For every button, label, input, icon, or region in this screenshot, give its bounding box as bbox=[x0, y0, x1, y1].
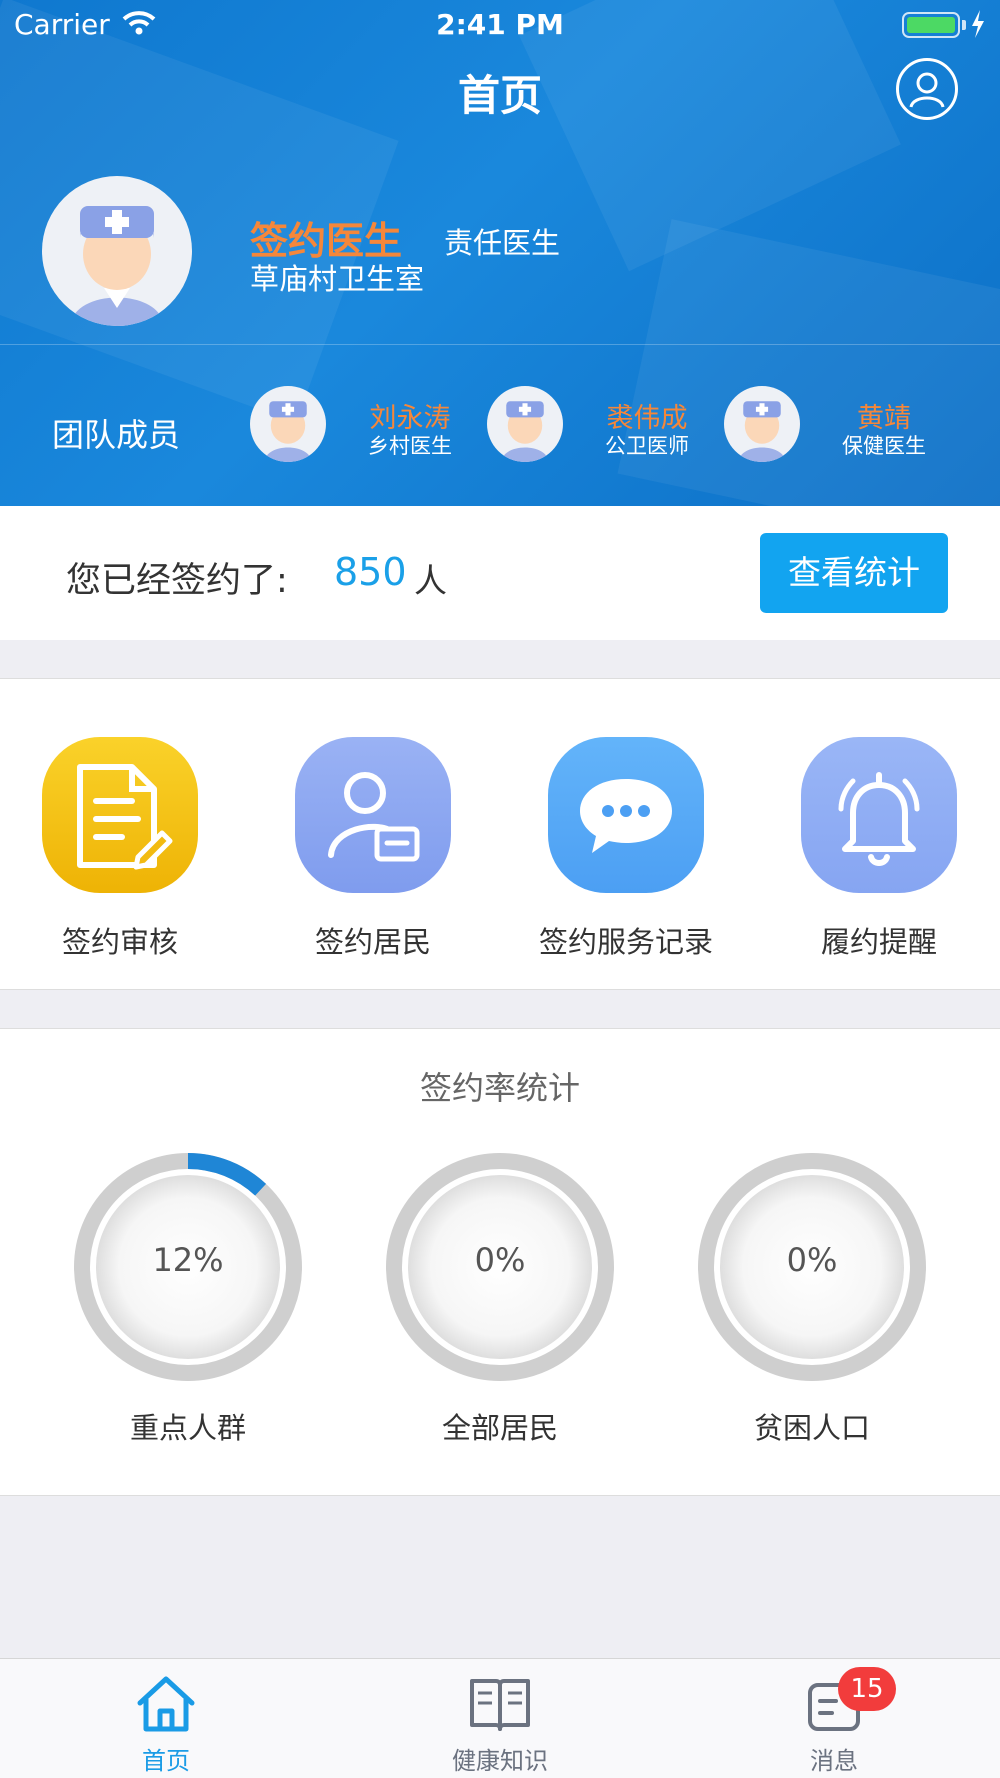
menu-label: 履约提醒 bbox=[820, 925, 937, 959]
bell-icon bbox=[801, 737, 957, 893]
profile-button[interactable] bbox=[896, 58, 958, 120]
doctor-avatar-icon bbox=[501, 401, 549, 462]
gauge-percent: 0% bbox=[786, 1241, 838, 1279]
member-role: 公卫医师 bbox=[605, 434, 689, 458]
signed-unit: 人 bbox=[414, 561, 447, 600]
member-avatar bbox=[487, 386, 563, 462]
member-avatar bbox=[250, 386, 326, 462]
team-label: 团队成员 bbox=[52, 416, 181, 454]
book-icon bbox=[470, 1679, 530, 1731]
gauge-all-residents: 0% 全部居民 bbox=[380, 1147, 620, 1447]
gauge-label: 全部居民 bbox=[441, 1411, 558, 1445]
signed-summary: 您已经签约了: 850 人 查看统计 bbox=[0, 506, 1000, 640]
tab-bar: 首页 健康知识 15 消息 bbox=[0, 1658, 1000, 1778]
tab-health-knowledge[interactable]: 健康知识 bbox=[400, 1673, 600, 1775]
doctor-avatar bbox=[42, 176, 192, 326]
team-member[interactable]: 刘永涛 乡村医生 bbox=[250, 386, 480, 466]
charging-icon bbox=[972, 10, 984, 38]
menu-item-signed-residents[interactable]: 签约居民 bbox=[253, 737, 506, 967]
signed-label: 您已经签约了: bbox=[66, 561, 288, 601]
member-avatar bbox=[724, 386, 800, 462]
menu-item-sign-review[interactable]: 签约审核 bbox=[0, 737, 253, 967]
status-time: 2:41 PM bbox=[436, 8, 564, 41]
member-role: 乡村医生 bbox=[368, 434, 452, 458]
view-statistics-button[interactable]: 查看统计 bbox=[760, 533, 948, 613]
stats-title: 签约率统计 bbox=[419, 1069, 580, 1107]
gauge-percent: 12% bbox=[152, 1241, 224, 1279]
document-edit-icon bbox=[42, 737, 198, 893]
tab-label: 首页 bbox=[142, 1747, 190, 1775]
home-icon bbox=[137, 1676, 195, 1732]
menu-label: 签约居民 bbox=[314, 925, 431, 959]
chat-bubble-icon bbox=[548, 737, 704, 893]
team-member[interactable]: 黄靖 保健医生 bbox=[724, 386, 954, 466]
gauge-label: 贫困人口 bbox=[753, 1411, 870, 1445]
gauge-percent: 0% bbox=[474, 1241, 526, 1279]
doctor-avatar-icon bbox=[264, 401, 312, 462]
menu-label: 签约审核 bbox=[61, 925, 178, 959]
feature-menu: 签约审核 签约居民 签约服务记录 履约提醒 bbox=[0, 678, 1000, 990]
signed-count: 850 bbox=[334, 550, 407, 594]
doctor-avatar-icon bbox=[70, 206, 164, 326]
menu-label: 签约服务记录 bbox=[538, 925, 713, 959]
team-member[interactable]: 裘伟成 公卫医师 bbox=[487, 386, 717, 466]
tab-messages[interactable]: 15 消息 bbox=[734, 1667, 934, 1775]
page-title: 首页 bbox=[457, 71, 542, 120]
battery-cap bbox=[962, 20, 966, 30]
menu-item-service-records[interactable]: 签约服务记录 bbox=[506, 737, 759, 967]
sign-rate-stats: 签约率统计 12% 重点人群 0% 全部居民 0% 贫困人口 bbox=[0, 1028, 1000, 1496]
gauge-label: 重点人群 bbox=[129, 1411, 246, 1445]
menu-item-reminders[interactable]: 履约提醒 bbox=[759, 737, 1000, 967]
gauge-key-population: 12% 重点人群 bbox=[68, 1147, 308, 1447]
gauge-poor-population: 0% 贫困人口 bbox=[692, 1147, 932, 1447]
resident-card-icon bbox=[295, 737, 451, 893]
tab-label: 消息 bbox=[810, 1747, 858, 1775]
member-role: 保健医生 bbox=[842, 434, 926, 458]
user-icon bbox=[909, 72, 945, 108]
doctor-avatar-icon bbox=[738, 401, 786, 462]
tab-home[interactable]: 首页 bbox=[66, 1673, 266, 1775]
doctor-title: 责任医生 bbox=[444, 226, 561, 260]
unread-badge: 15 bbox=[838, 1667, 896, 1711]
status-bar: Carrier 2:41 PM bbox=[0, 0, 1000, 50]
tab-label: 健康知识 bbox=[452, 1747, 548, 1775]
header-divider bbox=[0, 344, 1000, 345]
home-header: Carrier 2:41 PM 首页 签约医生 责任医生 草庙村卫生室 团队成员… bbox=[0, 0, 1000, 506]
battery-icon bbox=[902, 12, 960, 38]
doctor-organization: 草庙村卫生室 bbox=[250, 262, 425, 296]
